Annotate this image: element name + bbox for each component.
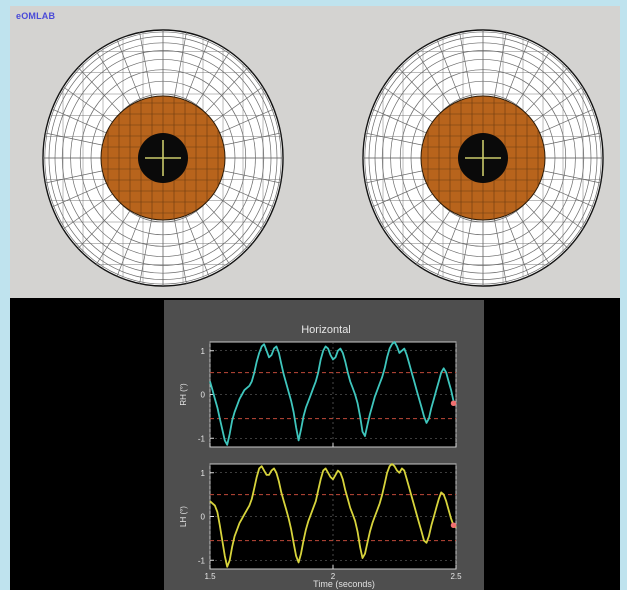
x-axis-label: Time (seconds) <box>313 579 375 589</box>
y-tick-label: 0 <box>201 513 206 522</box>
right-eye-globe <box>362 29 604 287</box>
y-tick-label: 1 <box>201 469 206 478</box>
y-axis-label: RH (°) <box>179 383 188 406</box>
x-tick-label: 1.5 <box>204 572 216 581</box>
y-tick-label: 1 <box>201 347 206 356</box>
eye-visualization-panel: eOMLAB <box>10 6 620 298</box>
left-eye-horizontal-axes: -1011.5 2 2.5LH (°) <box>179 463 462 581</box>
y-tick-label: -1 <box>198 556 206 565</box>
figure-title: Horizontal <box>301 324 351 336</box>
current-position-marker <box>450 400 457 407</box>
horizontal-eye-position-figure: Horizontal -1 0 1 RH (°) -1 0 1 1.5 2 2.5 LH (°) … <box>164 300 484 590</box>
y-axis-label: LH (°) <box>179 506 188 527</box>
plot-area: Horizontal -1 0 1 RH (°) -1 0 1 1.5 2 2.5 LH (°) … <box>10 300 620 590</box>
x-tick-label: 2.5 <box>450 572 462 581</box>
current-position-marker <box>450 522 457 529</box>
y-tick-label: 0 <box>201 391 206 400</box>
y-tick-label: -1 <box>198 434 206 443</box>
left-eye-globe <box>42 29 284 287</box>
figure-canvas: Horizontal -101RH (°) -1011.5 2 2.5LH (°) … <box>179 324 462 589</box>
app-window: eOMLAB Horizontal -1 0 1 RH (°) -1 0 1 1.5 2 2.5… <box>10 6 620 590</box>
app-title: eOMLAB <box>16 11 56 21</box>
right-eye-horizontal-axes: -1 0 1 RH (°) <box>179 341 457 448</box>
